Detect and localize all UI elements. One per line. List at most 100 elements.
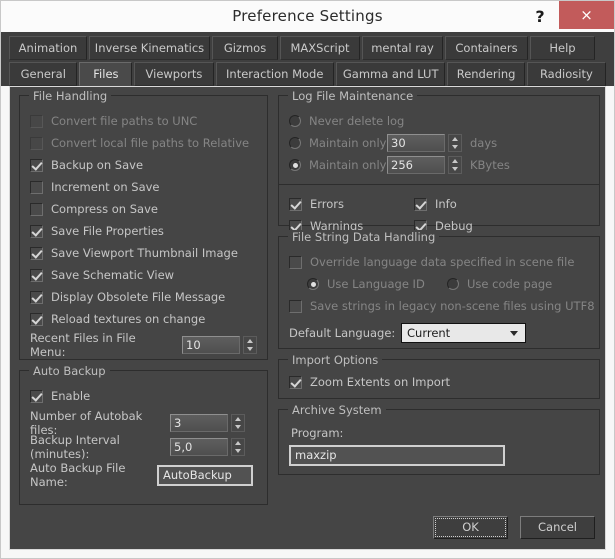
divider	[279, 184, 599, 185]
log-option-stepper-1[interactable]: 30	[387, 134, 462, 152]
autobackup-filename-input[interactable]: AutoBackup	[157, 464, 253, 486]
auto-backup-legend: Auto Backup	[29, 364, 110, 378]
num-autobak-row: Number of Autobak files: 3	[30, 409, 257, 437]
recent-files-row: Recent Files in File Menu: 10	[30, 331, 257, 359]
checkbox-increment-on-save[interactable]	[30, 180, 43, 194]
log-flag-label: Debug	[435, 219, 473, 233]
tab-gizmos[interactable]: Gizmos	[212, 36, 278, 60]
help-icon[interactable]: ?	[526, 1, 554, 32]
override-language-checkbox[interactable]	[289, 255, 302, 269]
default-language-row: Default Language: Current	[289, 321, 589, 345]
chevron-up-icon[interactable]	[244, 337, 256, 345]
chevron-up-icon[interactable]	[232, 415, 244, 423]
file-handling-row[interactable]: Save File Properties	[30, 220, 257, 242]
checkbox-reload-textures-on-change[interactable]	[30, 312, 43, 326]
checkbox-display-obsolete-file-message[interactable]	[30, 290, 43, 304]
tab-containers[interactable]: Containers	[445, 36, 528, 60]
chevron-down-icon	[510, 331, 518, 336]
log-option-arrows-1[interactable]	[448, 134, 462, 152]
tab-rendering[interactable]: Rendering	[447, 62, 525, 86]
log-option-input-2[interactable]: 256	[387, 156, 445, 174]
chevron-down-icon[interactable]	[244, 345, 256, 353]
auto-backup-enable-row[interactable]: Enable	[30, 385, 257, 407]
recent-files-stepper[interactable]: 10	[182, 336, 257, 354]
backup-interval-stepper[interactable]: 5,0	[170, 438, 245, 456]
backup-interval-input[interactable]: 5,0	[170, 438, 228, 456]
program-input[interactable]: maxzip	[289, 445, 505, 466]
file-handling-row[interactable]: Increment on Save	[30, 176, 257, 198]
log-option-row[interactable]: Maintain only 256 KBytes	[289, 154, 589, 176]
backup-interval-arrows[interactable]	[231, 438, 245, 456]
log-option-radio-0[interactable]	[289, 115, 301, 127]
num-autobak-input[interactable]: 3	[170, 414, 228, 432]
num-autobak-arrows[interactable]	[231, 414, 245, 432]
tab-inverse-kinematics[interactable]: Inverse Kinematics	[89, 36, 210, 60]
checkbox-compress-on-save[interactable]	[30, 202, 43, 216]
ok-button[interactable]: OK	[433, 516, 508, 539]
zoom-extents-row[interactable]: Zoom Extents on Import	[289, 371, 589, 393]
log-option-input-1[interactable]: 30	[387, 134, 445, 152]
chevron-down-icon[interactable]	[232, 447, 244, 455]
close-icon[interactable]: ×	[559, 1, 614, 29]
checkbox-info[interactable]	[414, 197, 427, 211]
dialog-actions: OK Cancel	[433, 516, 595, 539]
log-option-row[interactable]: Maintain only 30 days	[289, 132, 589, 154]
log-option-arrows-2[interactable]	[448, 156, 462, 174]
tab-general[interactable]: General	[9, 62, 78, 86]
log-flag-row[interactable]: Errors	[289, 193, 414, 215]
chevron-up-icon[interactable]	[232, 439, 244, 447]
recent-files-input[interactable]: 10	[182, 336, 240, 354]
checkbox-label: Save Viewport Thumbnail Image	[51, 246, 238, 260]
tab-help[interactable]: Help	[530, 36, 595, 60]
tab-interaction-mode[interactable]: Interaction Mode	[215, 62, 334, 86]
log-flag-row[interactable]: Info	[414, 193, 589, 215]
zoom-extents-checkbox[interactable]	[289, 375, 302, 389]
files-tab-panel: File Handling Convert file paths to UNC C…	[9, 86, 606, 550]
use-language-id-label: Use Language ID	[327, 277, 425, 291]
checkbox-save-file-properties[interactable]	[30, 224, 43, 238]
file-handling-row[interactable]: Backup on Save	[30, 154, 257, 176]
checkbox-label: Compress on Save	[51, 202, 158, 216]
chevron-down-icon[interactable]	[449, 143, 461, 151]
tab-radiosity[interactable]: Radiosity	[526, 62, 606, 86]
default-language-label: Default Language:	[289, 326, 396, 340]
chevron-down-icon[interactable]	[232, 423, 244, 431]
checkbox-errors[interactable]	[289, 197, 302, 211]
file-handling-row[interactable]: Reload textures on change	[30, 308, 257, 330]
file-handling-row[interactable]: Display Obsolete File Message	[30, 286, 257, 308]
tab-files[interactable]: Files	[79, 62, 133, 86]
cancel-button[interactable]: Cancel	[520, 516, 595, 539]
recent-files-arrows[interactable]	[243, 336, 257, 354]
chevron-up-icon[interactable]	[449, 135, 461, 143]
checkbox-save-viewport-thumbnail-image[interactable]	[30, 246, 43, 260]
file-handling-row[interactable]: Save Viewport Thumbnail Image	[30, 242, 257, 264]
tab-gamma-and-lut[interactable]: Gamma and LUT	[335, 62, 446, 86]
default-language-select[interactable]: Current	[401, 323, 526, 343]
checkbox-label: Save Schematic View	[51, 268, 175, 282]
log-option-label: Maintain only	[309, 136, 387, 150]
file-handling-row[interactable]: Save Schematic View	[30, 264, 257, 286]
utf8-checkbox[interactable]	[289, 299, 302, 313]
file-handling-row[interactable]: Compress on Save	[30, 198, 257, 220]
chevron-down-icon[interactable]	[449, 165, 461, 173]
tab-mental-ray[interactable]: mental ray	[362, 36, 443, 60]
tab-viewports[interactable]: Viewports	[134, 62, 214, 86]
checkbox-backup-on-save[interactable]	[30, 158, 43, 172]
override-language-row[interactable]: Override language data specified in scen…	[289, 251, 589, 273]
backup-interval-label: Backup Interval (minutes):	[30, 433, 120, 461]
log-option-radio-2[interactable]	[289, 159, 301, 171]
checkbox-save-schematic-view[interactable]	[30, 268, 43, 282]
tab-animation[interactable]: Animation	[9, 36, 87, 60]
auto-backup-enable-checkbox[interactable]	[30, 389, 43, 403]
log-option-stepper-2[interactable]: 256	[387, 156, 462, 174]
chevron-up-icon[interactable]	[449, 157, 461, 165]
num-autobak-stepper[interactable]: 3	[170, 414, 245, 432]
log-option-row[interactable]: Never delete log	[289, 110, 589, 132]
log-flag-row[interactable]: Debug	[414, 215, 589, 237]
use-language-id-radio[interactable]	[307, 278, 319, 290]
checkbox-label: Backup on Save	[51, 158, 144, 172]
use-code-page-radio[interactable]	[447, 278, 459, 290]
utf8-row[interactable]: Save strings in legacy non-scene files u…	[289, 295, 595, 317]
tab-maxscript[interactable]: MAXScript	[280, 36, 360, 60]
log-option-radio-1[interactable]	[289, 137, 301, 149]
